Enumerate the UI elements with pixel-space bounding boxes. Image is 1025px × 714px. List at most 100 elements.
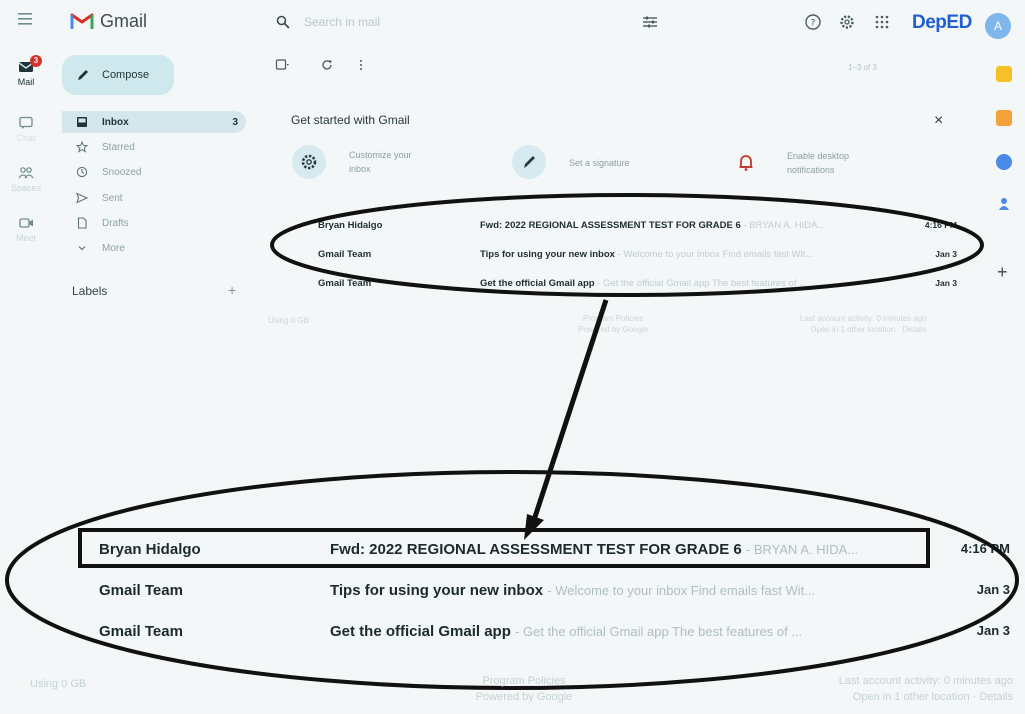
email-snippet-zoomed-text: Get the official Gmail app The best feat… (523, 624, 803, 639)
more-options-icon[interactable] (354, 58, 368, 72)
email-sender-zoomed: Gmail Team (99, 623, 183, 640)
apps-grid-icon[interactable] (873, 13, 891, 31)
enable-notifications-label[interactable]: Enable desktop notifications (787, 149, 849, 177)
nav-label-starred: Starred (102, 141, 135, 153)
account-avatar[interactable]: A (985, 13, 1011, 39)
footer-storage: Using 0 GB (30, 678, 87, 690)
close-get-started-button[interactable]: × (934, 112, 943, 130)
calendar-app-icon[interactable] (996, 66, 1012, 82)
set-signature-line1: Set a signature (569, 158, 630, 168)
rail-item-chat[interactable]: Chat (4, 116, 48, 143)
email-snippet-zoomed-text: Welcome to your inbox Find emails fast W… (555, 583, 816, 598)
nav-item-more[interactable]: More (62, 237, 246, 259)
organization-logo[interactable]: DepED (912, 12, 972, 34)
nav-item-snoozed[interactable]: Snoozed (62, 161, 246, 183)
star-icon (76, 141, 88, 153)
rail-label-spaces: Spaces (10, 183, 42, 193)
bell-icon (739, 155, 753, 171)
mail-unread-badge: 3 (30, 55, 42, 67)
enable-notifications-button[interactable] (730, 146, 762, 178)
footer-location-small-line[interactable]: Open in 1 other location · Details (800, 324, 927, 335)
email-subject: Tips for using your new inbox - Welcome … (480, 249, 813, 260)
email-sender: Gmail Team (318, 278, 372, 289)
email-subject-text: Tips for using your new inbox (480, 249, 615, 260)
person-icon (999, 198, 1009, 210)
email-subject-text: Fwd: 2022 REGIONAL ASSESSMENT TEST FOR G… (480, 220, 741, 231)
tasks-app-icon[interactable] (996, 154, 1012, 170)
email-row[interactable]: Gmail Team Get the official Gmail app - … (300, 275, 960, 295)
nav-label-sent: Sent (102, 192, 123, 204)
email-row-zoomed[interactable]: Gmail Team Get the official Gmail app - … (82, 612, 1022, 652)
search-bar[interactable] (262, 5, 682, 39)
select-all-checkbox[interactable] (275, 58, 289, 72)
gear-icon (301, 154, 317, 170)
settings-gear-icon[interactable] (838, 13, 856, 31)
rail-item-meet[interactable]: Meet (4, 216, 48, 243)
email-date-zoomed: 4:16 PM (960, 541, 1010, 556)
main-menu-icon[interactable] (14, 8, 36, 30)
footer-policies-link[interactable]: Program Policies (462, 675, 586, 687)
rail-label-mail: Mail (17, 77, 35, 87)
compose-button[interactable]: Compose (62, 55, 174, 95)
nav-item-starred[interactable]: Starred (62, 136, 246, 158)
set-signature-button[interactable] (512, 145, 546, 179)
footer-links: Program Policies Powered by Google (462, 675, 586, 703)
email-date-zoomed: Jan 3 (976, 582, 1010, 597)
nav-label-snoozed: Snoozed (102, 166, 142, 178)
chevron-down-icon (78, 246, 86, 251)
email-snippet-text: Welcome to your inbox Find emails fast W… (623, 249, 814, 260)
set-signature-label[interactable]: Set a signature (569, 156, 630, 170)
svg-text:?: ? (811, 19, 816, 29)
footer-powered-small: Powered by Google (578, 325, 649, 334)
add-app-button[interactable]: + (997, 262, 1008, 283)
search-icon[interactable] (276, 15, 290, 29)
email-subject: Get the official Gmail app - Get the off… (480, 278, 807, 289)
footer-policies-small[interactable]: Program Policies (578, 313, 648, 324)
labels-heading: Labels (72, 284, 108, 298)
pagination-info: 1–3 of 3 (848, 63, 877, 72)
keep-app-icon[interactable] (996, 110, 1012, 126)
customize-inbox-button[interactable] (292, 145, 326, 179)
help-icon[interactable]: ? (804, 13, 822, 31)
email-subject-zoomed: Get the official Gmail app - Get the off… (330, 623, 802, 640)
footer-links-small: Program Policies Powered by Google (578, 313, 648, 335)
enable-notifications-line2: notifications (787, 165, 835, 175)
pen-icon (524, 156, 535, 168)
email-snippet-zoomed: - Welcome to your inbox Find emails fast… (547, 583, 816, 598)
search-input[interactable] (304, 15, 604, 29)
search-filter-icon[interactable] (641, 13, 659, 31)
spaces-icon (18, 167, 34, 179)
nav-item-inbox[interactable]: Inbox 3 (62, 111, 246, 133)
inbox-count: 3 (232, 116, 238, 128)
email-subject-zoomed-text: Tips for using your new inbox (330, 582, 544, 599)
email-snippet-text: BRYAN A. HIDA... (749, 220, 826, 231)
rail-label-chat: Chat (16, 133, 36, 143)
send-icon (76, 192, 88, 204)
add-label-button[interactable]: + (228, 282, 236, 298)
footer-location-link[interactable]: Open in 1 other location · Details (839, 691, 1013, 703)
enable-notifications-line1: Enable desktop (787, 151, 850, 161)
email-snippet: - BRYAN A. HIDA... (743, 220, 826, 231)
nav-item-drafts[interactable]: Drafts (62, 212, 246, 234)
email-subject-zoomed: Tips for using your new inbox - Welcome … (330, 582, 815, 599)
email-sender-zoomed: Gmail Team (99, 582, 183, 599)
email-snippet-text: Get the official Gmail app The best feat… (603, 278, 808, 289)
refresh-icon[interactable] (320, 58, 334, 72)
contacts-app-icon[interactable] (996, 196, 1012, 212)
gmail-logo[interactable]: Gmail (70, 6, 147, 36)
email-subject-zoomed-text: Get the official Gmail app (330, 623, 511, 640)
rail-label-meet: Meet (15, 233, 36, 243)
email-sender: Gmail Team (318, 249, 372, 260)
customize-inbox-label[interactable]: Customize your inbox (349, 148, 412, 176)
email-date: Jan 3 (935, 249, 957, 259)
email-row-zoomed[interactable]: Gmail Team Tips for using your new inbox… (82, 571, 1022, 611)
footer-storage-small: Using 0 GB (268, 316, 309, 325)
nav-item-sent[interactable]: Sent (62, 187, 246, 209)
rail-item-mail[interactable]: 3 Mail (4, 55, 48, 87)
footer-activity-small: Last account activity: 0 minutes ago Ope… (800, 313, 927, 335)
email-row[interactable]: Gmail Team Tips for using your new inbox… (300, 246, 960, 266)
nav-label-more: More (102, 242, 125, 254)
email-row[interactable]: Bryan Hidalgo Fwd: 2022 REGIONAL ASSESSM… (300, 217, 960, 237)
pencil-icon (78, 70, 88, 80)
rail-item-spaces[interactable]: Spaces (4, 166, 48, 193)
